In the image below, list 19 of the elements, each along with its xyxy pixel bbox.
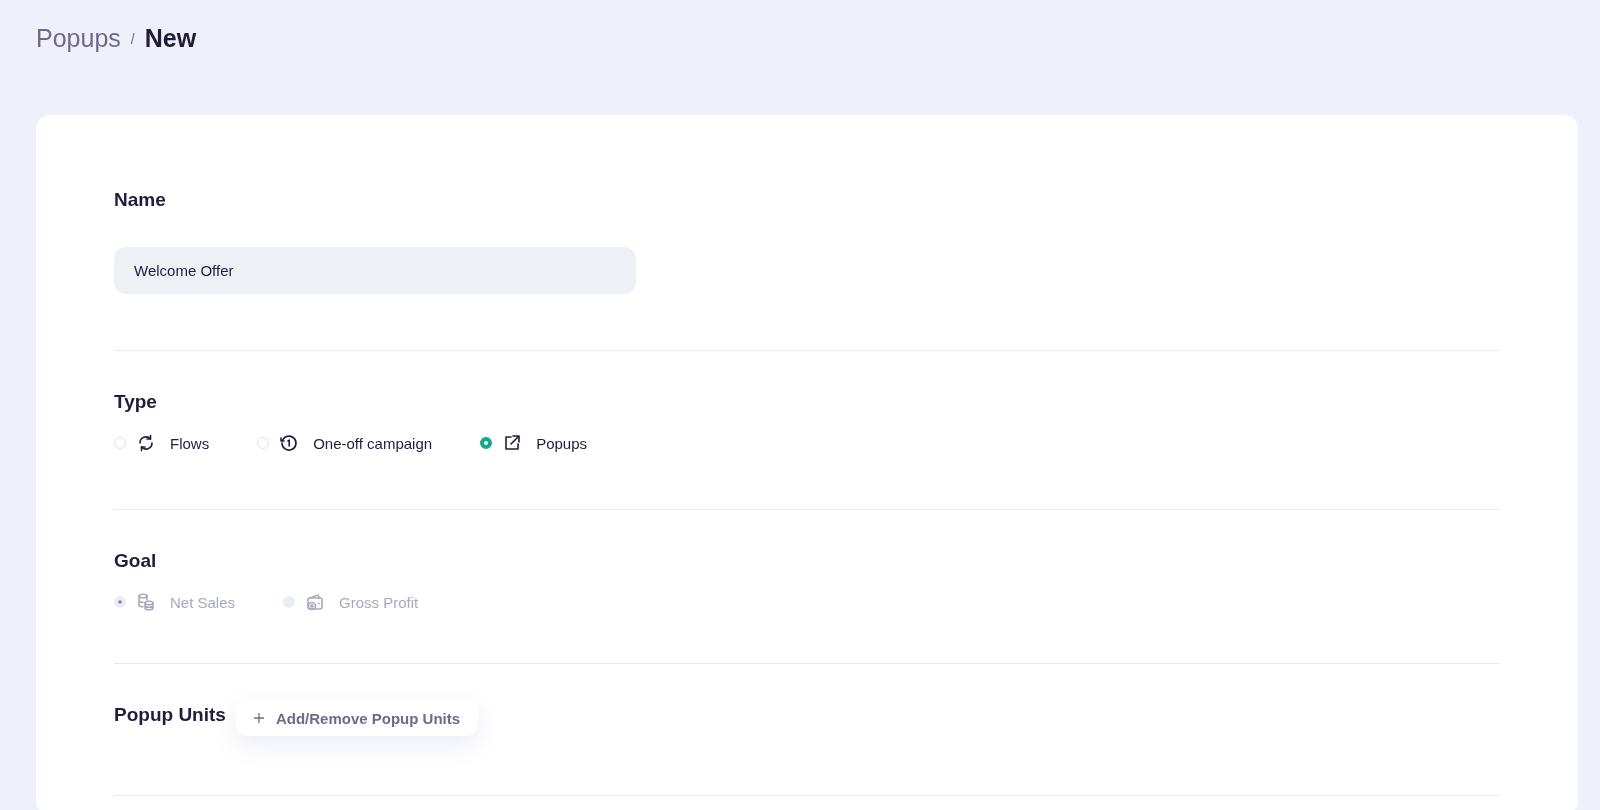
option-label[interactable]: One-off campaign bbox=[313, 434, 433, 452]
section-label: Name bbox=[114, 189, 167, 211]
breadcrumb-link[interactable]: Popups bbox=[36, 24, 121, 53]
section-label: Popup Units bbox=[114, 704, 226, 726]
page-title: New bbox=[144, 24, 197, 53]
refresh-icon bbox=[136, 433, 156, 453]
add-remove-button[interactable]: Add/Remove Popup Units bbox=[235, 700, 479, 736]
name-field[interactable]: Welcome Offer bbox=[114, 247, 636, 294]
option-label[interactable]: Flows bbox=[170, 434, 210, 452]
radio-button[interactable] bbox=[480, 437, 493, 449]
coins-icon bbox=[136, 592, 156, 612]
section-label: Goal bbox=[114, 550, 158, 572]
external-link-icon bbox=[502, 433, 523, 453]
clock-icon bbox=[279, 433, 300, 453]
wallet-icon bbox=[305, 592, 326, 612]
section-label: Type bbox=[114, 391, 158, 413]
breadcrumb-separator: / bbox=[130, 31, 135, 47]
option-label[interactable]: Popups bbox=[536, 434, 587, 452]
plus-icon bbox=[253, 713, 264, 723]
